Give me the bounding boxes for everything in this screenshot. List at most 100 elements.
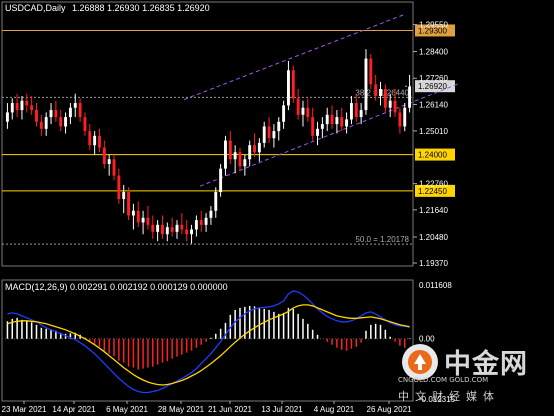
candle-bear [330,114,334,125]
candle-bull [214,192,218,211]
price-tick-label: 1.28400 [419,48,448,57]
candle-bear [253,145,256,153]
candle-bear [59,117,63,127]
candle-bull [49,110,53,118]
candle-bull [141,217,145,223]
candle-bull [345,119,349,127]
candle-bear [98,135,101,148]
candle-bull [73,103,77,108]
candle-bull [233,152,237,160]
time-tick-label: 14 Apr 2021 [52,405,96,414]
candle-bear [78,103,82,118]
fib-level-label: 38.2 = 1.26440 [355,88,409,97]
candle-bull [93,135,97,146]
candle-bull [320,124,324,129]
candle-bull [379,89,382,97]
candle-bear [238,152,242,167]
candle-bear [146,217,150,225]
candle-bear [117,175,121,200]
candle-bull [335,117,339,125]
candle-bear [151,224,155,232]
candle-bear [88,131,92,146]
candle-bear [161,224,164,235]
candle-bull [243,159,247,167]
candle-bull [286,70,290,106]
time-tick-label: 21 Jun 2021 [208,405,253,414]
candle-bear [35,110,38,122]
candle-bear [170,227,174,232]
candle-bear [136,210,140,223]
candle-bull [190,229,193,235]
candle-bull [219,168,223,193]
candle-bull [44,117,48,129]
candle-bear [25,100,29,106]
candle-bear [296,98,300,115]
candle-bull [248,145,252,160]
candle-bull [156,224,160,232]
price-tick-label: 1.27260 [419,74,448,83]
level-tag-label: 1.24000 [418,151,447,160]
candle-bear [374,84,378,97]
candle-bear [369,58,373,85]
candle-bull [262,126,266,143]
price-tick-label: 1.29550 [419,21,448,30]
ohlc-readout: 1.26888 1.26930 1.26835 1.26920 [72,3,210,13]
watermark-site: CNGOLD.COM GOLD.COM [398,376,489,384]
candle-bear [291,70,295,99]
candle-bull [359,110,363,118]
candle-bear [112,159,116,176]
candle-bull [277,121,281,132]
price-tick-label: 1.25010 [419,127,448,136]
macd-axis-label: 0.011608 [419,281,452,290]
candle-bull [349,103,353,120]
watermark-slogan: 中文财经媒体 [398,390,500,403]
candle-bull [131,210,135,216]
candle-bear [30,105,34,111]
candle-bull [388,100,392,108]
price-tick-label: 1.21640 [419,206,448,215]
chart-symbol-title: USDCAD,Daily [5,3,66,13]
time-tick-label: 4 Aug 2021 [314,405,355,414]
candle-bear [267,126,271,139]
candle-bull [403,107,407,127]
candle-bear [393,100,397,113]
candle-bull [364,58,368,111]
candle-bull [107,159,111,164]
price-tick-label: 1.26140 [419,100,448,109]
candle-bear [306,107,310,118]
candle-bear [102,147,106,164]
macd-label: MACD(12,26,9) 0.002291 0.002192 0.000129… [5,282,228,292]
time-tick-label: 13 Jul 2021 [261,405,303,414]
fib-level-label: 50.0 = 1.20178 [355,235,409,244]
candle-bull [175,224,179,232]
candle-bear [83,117,87,132]
time-tick-label: 23 Mar 2021 [2,405,47,414]
candle-bull [224,140,227,169]
price-tick-label: 1.19370 [419,259,448,268]
candle-bull [64,117,68,127]
cngold-watermark: 中金网 CNGOLD.COM GOLD.COM 中文财经媒体 [398,338,554,410]
candle-bear [311,117,315,136]
candle-bull [257,142,261,153]
candle-bear [39,121,43,129]
candle-bull [316,128,319,136]
candle-bear [398,112,402,127]
candle-bear [15,103,19,111]
candle-bear [354,103,358,118]
candle-bear [180,224,184,230]
candle-bull [165,227,169,235]
candle-bull [20,100,24,111]
candle-bull [122,192,126,200]
candle-bull [282,105,286,122]
price-tick-label: 1.22760 [419,180,448,189]
candle-bear [54,110,58,118]
candle-bull [408,86,412,108]
candle-bull [10,103,14,113]
candle-bull [204,217,208,225]
candle-bear [383,89,387,108]
candle-bear [228,140,232,160]
time-tick-label: 28 May 2021 [158,405,205,414]
candle-bull [272,131,276,139]
candle-bull [5,112,9,122]
candle-bull [301,107,305,115]
